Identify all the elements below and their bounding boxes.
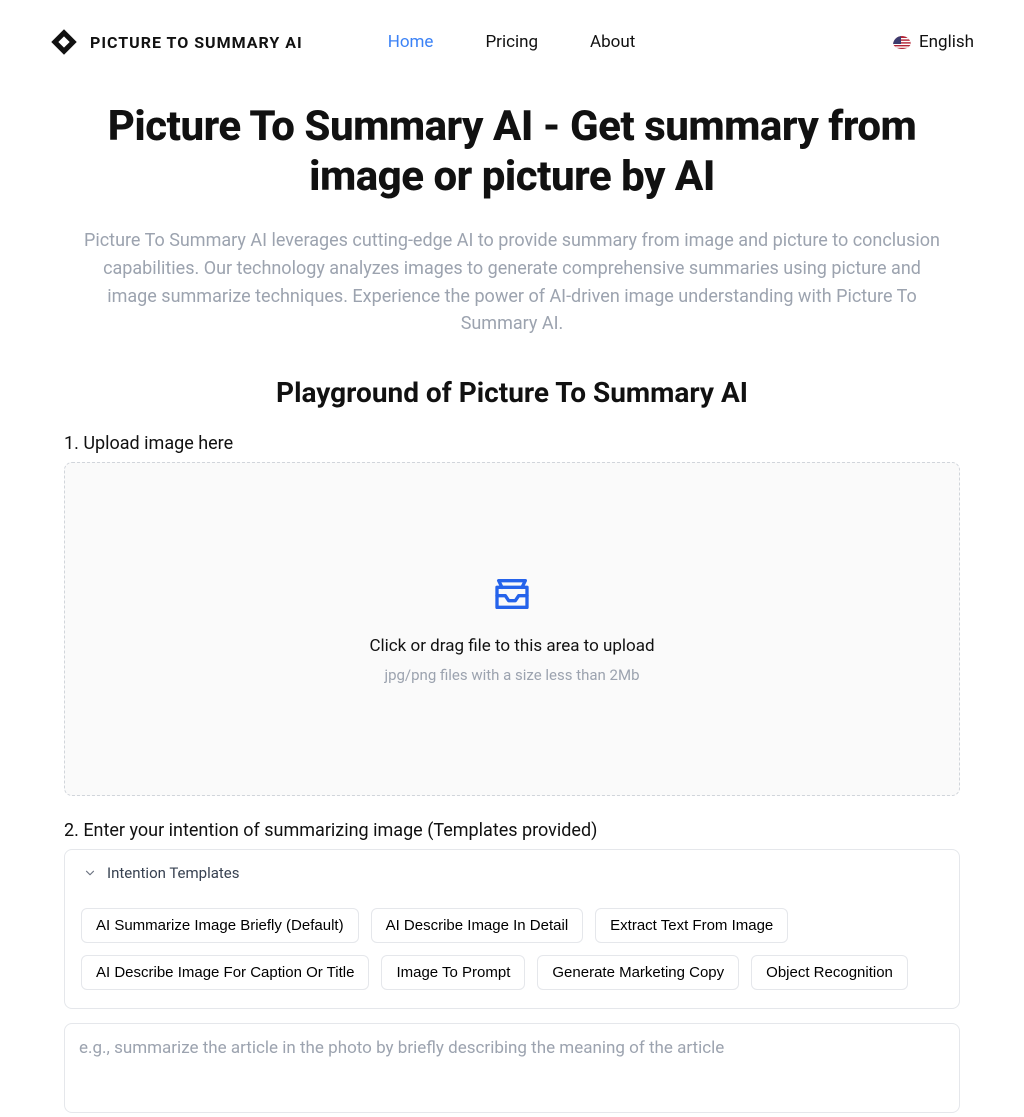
step-2-label: 2. Enter your intention of summarizing i…	[64, 820, 960, 841]
language-label: English	[919, 32, 974, 52]
template-chip[interactable]: Extract Text From Image	[595, 908, 788, 943]
templates-panel: Intention Templates AI Summarize Image B…	[64, 849, 960, 1009]
primary-nav: Home Pricing About	[388, 32, 636, 52]
template-chip[interactable]: AI Describe Image In Detail	[371, 908, 584, 943]
nav-home[interactable]: Home	[388, 32, 434, 52]
nav-about[interactable]: About	[590, 32, 635, 52]
template-chip[interactable]: Object Recognition	[751, 955, 908, 990]
template-chip[interactable]: Image To Prompt	[381, 955, 525, 990]
templates-toggle[interactable]: Intention Templates	[65, 850, 959, 896]
logo-icon	[50, 28, 78, 56]
page-title: Picture To Summary AI - Get summary from…	[64, 102, 960, 203]
drop-hint: jpg/png files with a size less than 2Mb	[384, 666, 639, 684]
templates-list: AI Summarize Image Briefly (Default) AI …	[65, 896, 959, 1008]
intention-input[interactable]	[64, 1023, 960, 1113]
brand-logo[interactable]: PICTURE TO SUMMARY AI	[50, 28, 303, 56]
language-selector[interactable]: English	[893, 32, 974, 52]
template-chip[interactable]: AI Describe Image For Caption Or Title	[81, 955, 369, 990]
nav-pricing[interactable]: Pricing	[485, 32, 538, 52]
drop-title: Click or drag file to this area to uploa…	[369, 636, 654, 656]
step-1-label: 1. Upload image here	[64, 433, 960, 454]
top-nav: PICTURE TO SUMMARY AI Home Pricing About…	[0, 0, 1024, 84]
chevron-down-icon	[83, 866, 97, 880]
templates-header-label: Intention Templates	[107, 864, 240, 882]
template-chip[interactable]: Generate Marketing Copy	[537, 955, 739, 990]
brand-name: PICTURE TO SUMMARY AI	[90, 33, 303, 52]
template-chip[interactable]: AI Summarize Image Briefly (Default)	[81, 908, 359, 943]
flag-us-icon	[893, 36, 911, 49]
playground-heading: Playground of Picture To Summary AI	[64, 376, 960, 409]
page-subhead: Picture To Summary AI leverages cutting-…	[64, 227, 960, 339]
inbox-icon	[492, 574, 532, 614]
upload-dropzone[interactable]: Click or drag file to this area to uploa…	[64, 462, 960, 796]
